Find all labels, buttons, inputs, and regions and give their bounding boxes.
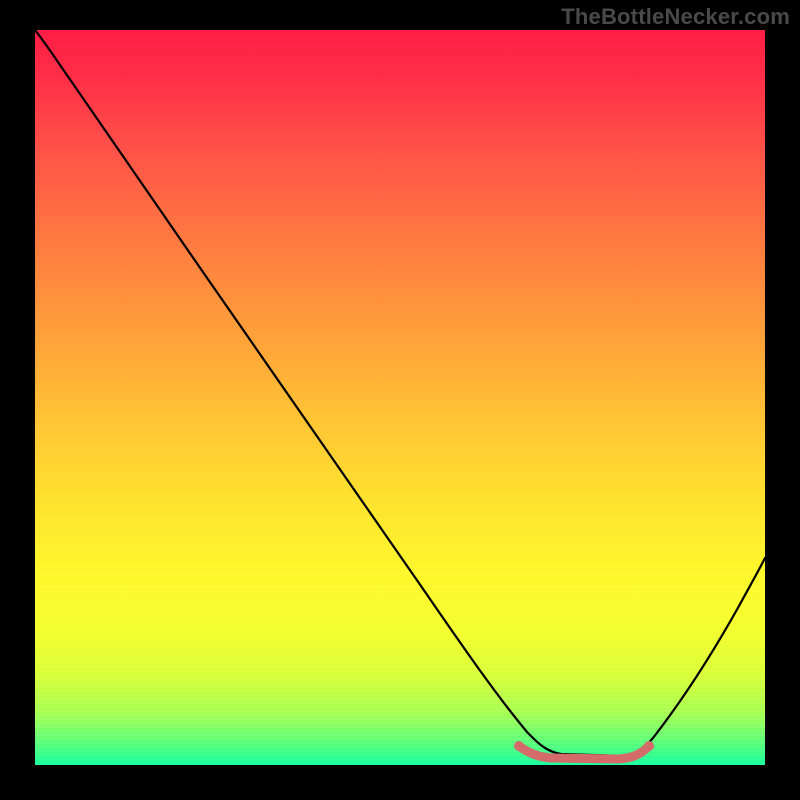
plot-area <box>35 30 765 765</box>
optimal-marker-end-left <box>514 741 524 751</box>
optimal-range-marker <box>519 746 649 759</box>
bottleneck-curve <box>35 30 765 756</box>
optimal-marker-end-right <box>644 741 654 751</box>
curve-layer <box>35 30 765 765</box>
watermark-text: TheBottleNecker.com <box>561 4 790 30</box>
chart-container: TheBottleNecker.com <box>0 0 800 800</box>
